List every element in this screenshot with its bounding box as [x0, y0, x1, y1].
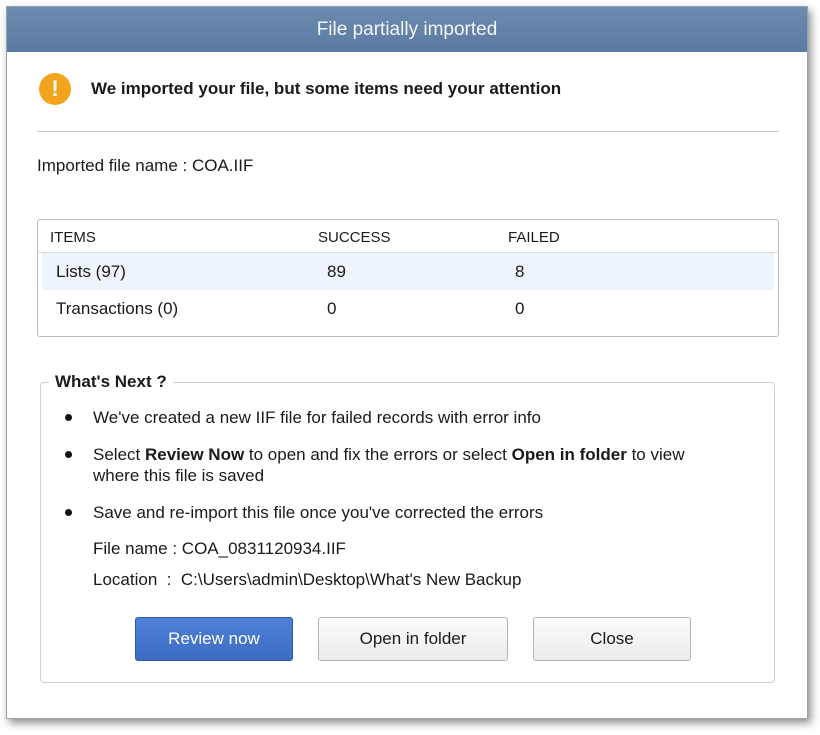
column-header-success: SUCCESS	[318, 229, 391, 246]
dialog-title: File partially imported	[316, 18, 498, 40]
imported-file-name: Imported file name : COA.IIF	[37, 156, 254, 175]
open-in-folder-emphasis: Open in folder	[511, 445, 627, 464]
failed-file-location: Location : C:\Users\admin\Desktop\What's…	[93, 570, 522, 589]
row-success: 0	[327, 299, 337, 318]
row-item: Transactions (0)	[56, 299, 179, 318]
whats-next-title: What's Next ?	[49, 372, 173, 392]
bullet-icon	[65, 509, 72, 516]
column-header-items: ITEMS	[50, 229, 96, 246]
row-failed: 0	[515, 299, 525, 318]
row-item: Lists (97)	[56, 262, 126, 281]
header-message: We imported your file, but some items ne…	[91, 79, 562, 98]
bullet-text: We've created a new IIF file for failed …	[93, 408, 541, 427]
table-row[interactable]: Transactions (0) 0 0	[38, 290, 778, 327]
review-now-emphasis: Review Now	[144, 445, 245, 464]
bullet-icon	[65, 451, 72, 458]
dialog-title-bar[interactable]: File partially imported	[7, 7, 807, 52]
row-failed: 8	[515, 262, 525, 281]
close-button[interactable]: Close	[533, 617, 691, 661]
bullet-text-part: Select	[93, 445, 145, 464]
dialog-header: ! We imported your file, but some items …	[39, 73, 561, 105]
warning-icon: !	[39, 73, 71, 105]
failed-file-name: File name : COA_0831120934.IIF	[93, 539, 346, 558]
bullet-text: Save and re-import this file once you've…	[93, 503, 544, 522]
header-divider	[37, 131, 779, 132]
import-dialog: File partially imported ! We imported yo…	[6, 6, 808, 719]
bullet-text: Select Review Now to open and fix the er…	[93, 444, 733, 486]
column-header-failed: FAILED	[508, 229, 560, 246]
open-in-folder-button[interactable]: Open in folder	[318, 617, 508, 661]
table-row[interactable]: Lists (97) 89 8	[42, 253, 774, 290]
results-table: ITEMS SUCCESS FAILED Lists (97) 89 8 Tra…	[37, 219, 779, 337]
bullet-icon	[65, 414, 72, 421]
row-success: 89	[327, 262, 346, 281]
bullet-text-part: to open and fix the errors or select	[244, 445, 512, 464]
table-header: ITEMS SUCCESS FAILED	[38, 220, 778, 253]
whats-next-panel: What's Next ? We've created a new IIF fi…	[40, 372, 775, 683]
review-now-button[interactable]: Review now	[135, 617, 293, 661]
